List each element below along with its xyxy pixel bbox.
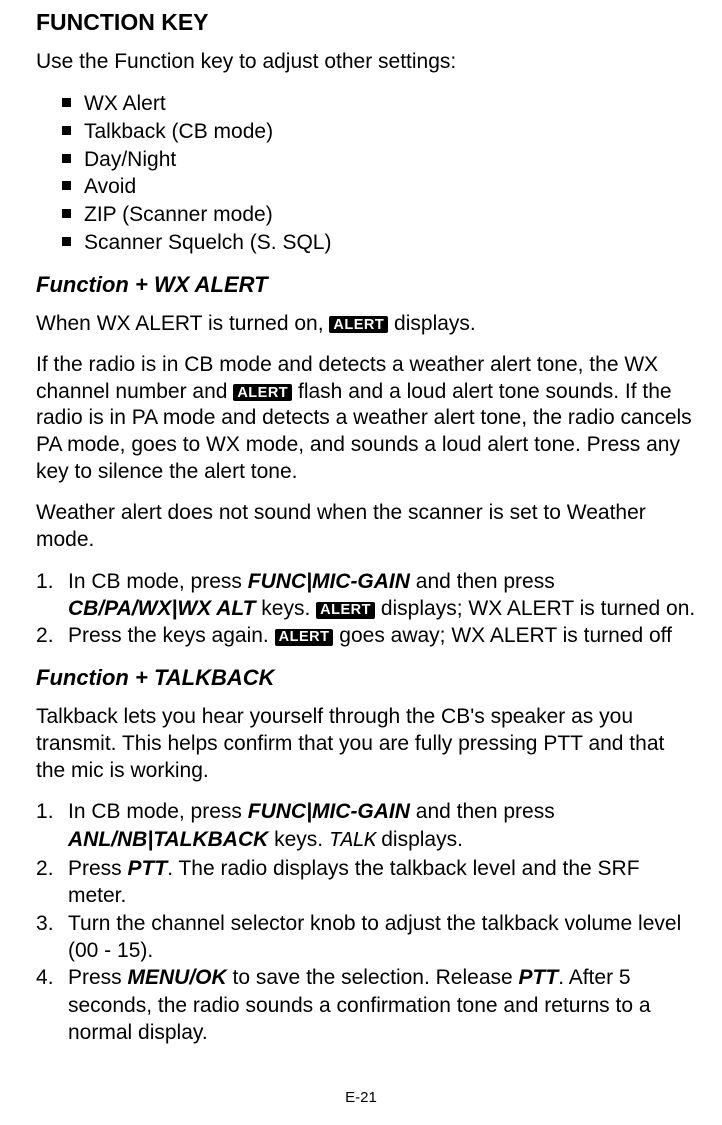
text: keys. [255,597,316,620]
step-item: Turn the channel selector knob to adjust… [36,910,696,965]
list-item: WX Alert [62,90,696,118]
text: and then press [410,800,555,823]
step-item: Press the keys again. ALERT goes away; W… [36,622,696,649]
text: displays. [388,312,476,335]
section-title: FUNCTION KEY [36,8,696,37]
page-number: E-21 [0,1088,722,1107]
list-item: Avoid [62,173,696,201]
key-label: FUNC|MIC-GAIN [248,570,410,593]
text: displays. [375,828,463,851]
key-label: CB/PA/WX|WX ALT [68,597,255,620]
key-label: ANL/NB|TALKBACK [68,828,268,851]
list-item: Day/Night [62,146,696,174]
text: keys. [268,828,329,851]
alert-icon: ALERT [329,316,388,333]
settings-list: WX Alert Talkback (CB mode) Day/Night Av… [36,90,696,256]
text: In CB mode, press [68,800,248,823]
alert-icon: ALERT [233,384,292,401]
text: In CB mode, press [68,570,248,593]
text: Press the keys again. [68,624,275,647]
intro-text: Use the Function key to adjust other set… [36,49,696,76]
alert-icon: ALERT [316,602,375,619]
step-item: In CB mode, press FUNC|MIC-GAIN and then… [36,798,696,855]
wx-paragraph-3: Weather alert does not sound when the sc… [36,500,696,554]
key-label: FUNC|MIC-GAIN [248,800,410,823]
text: Press [68,966,128,989]
text: goes away; WX ALERT is turned off [333,624,672,647]
key-label: PTT [128,857,168,880]
tb-steps: In CB mode, press FUNC|MIC-GAIN and then… [36,798,696,1046]
tb-paragraph-1: Talkback lets you hear yourself through … [36,704,696,785]
subheading-talkback: Function + TALKBACK [36,664,696,692]
step-item: Press PTT. The radio displays the talkba… [36,855,696,910]
wx-paragraph-1: When WX ALERT is turned on, ALERT displa… [36,311,696,338]
wx-paragraph-2: If the radio is in CB mode and detects a… [36,352,696,486]
lcd-text: TALK [329,830,375,853]
text: Press [68,857,128,880]
step-item: In CB mode, press FUNC|MIC-GAIN and then… [36,568,696,623]
key-label: PTT [519,966,559,989]
key-label: MENU/OK [128,966,227,989]
list-item: ZIP (Scanner mode) [62,201,696,229]
text: to save the selection. Release [227,966,519,989]
text: and then press [410,570,555,593]
list-item: Talkback (CB mode) [62,118,696,146]
list-item: Scanner Squelch (S. SQL) [62,229,696,257]
wx-steps: In CB mode, press FUNC|MIC-GAIN and then… [36,568,696,650]
text: displays; WX ALERT is turned on. [375,597,695,620]
alert-icon: ALERT [275,629,334,646]
text: When WX ALERT is turned on, [36,312,329,335]
step-item: Press MENU/OK to save the selection. Rel… [36,964,696,1046]
subheading-wx-alert: Function + WX ALERT [36,271,696,299]
